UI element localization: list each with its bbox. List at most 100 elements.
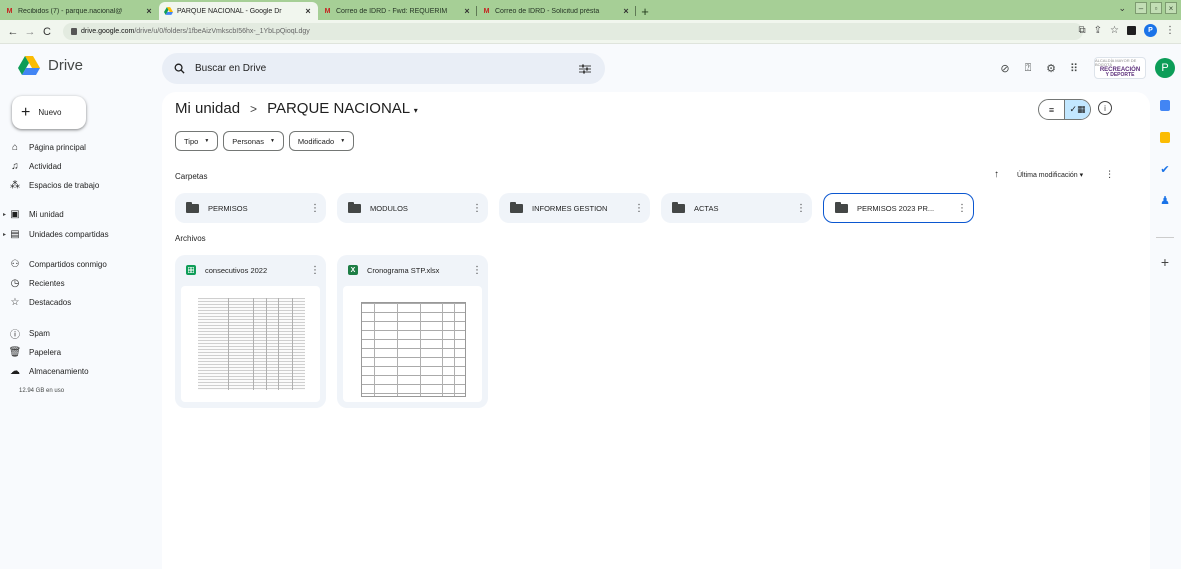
browser-toolbar: ← → C drive.google.com/drive/u/0/folders… bbox=[0, 20, 1181, 44]
sidebar-item-starred[interactable]: ☆ Destacados bbox=[0, 293, 160, 311]
file-item[interactable]: consecutivos 2022 ⋮ bbox=[175, 255, 326, 408]
file-item[interactable]: X Cronograma STP.xlsx ⋮ bbox=[337, 255, 488, 408]
back-icon[interactable]: ← bbox=[6, 24, 20, 40]
browser-tab[interactable]: M Correo de IDRD - Fwd: REQUERIM × bbox=[318, 2, 477, 20]
breadcrumb-current[interactable]: PARQUE NACIONAL ▾ bbox=[267, 100, 418, 117]
sidebar-item-my-drive[interactable]: ▸ ▣ Mi unidad bbox=[0, 205, 160, 223]
folder-item[interactable]: MODULOS ⋮ bbox=[337, 193, 488, 223]
list-view-button[interactable]: ≡ bbox=[1039, 100, 1064, 119]
sort-field[interactable]: Última modificación ▾ bbox=[1017, 171, 1083, 179]
sidebar-item-trash[interactable]: 🗑 Papelera bbox=[0, 343, 160, 361]
menu-kebab-icon[interactable]: ⋮ bbox=[1165, 25, 1175, 36]
more-actions-icon[interactable]: ⋮ bbox=[955, 203, 969, 214]
file-thumbnail bbox=[181, 286, 320, 402]
filter-chips: Tipo ▼ Personas ▼ Modificado ▼ bbox=[175, 131, 355, 151]
drive-logo[interactable]: Drive bbox=[18, 56, 83, 75]
install-app-icon[interactable]: ⧉ bbox=[1079, 25, 1086, 36]
get-add-ons-icon[interactable]: + bbox=[1158, 254, 1172, 270]
sort-more-icon[interactable]: ⋮ bbox=[1105, 169, 1114, 180]
more-actions-icon[interactable]: ⋮ bbox=[470, 265, 484, 276]
folder-icon bbox=[348, 201, 361, 213]
forward-icon[interactable]: → bbox=[23, 24, 37, 40]
new-tab-button[interactable]: + bbox=[636, 2, 654, 20]
tab-title: Correo de IDRD - Solicitud présta bbox=[495, 7, 600, 15]
breadcrumb-root[interactable]: Mi unidad bbox=[175, 100, 240, 117]
new-button[interactable]: + Nuevo bbox=[12, 96, 86, 129]
sidebar-item-activity[interactable]: ♫ Actividad bbox=[0, 157, 160, 175]
close-tab-icon[interactable]: × bbox=[144, 6, 154, 16]
file-thumbnail bbox=[343, 286, 482, 402]
folder-icon bbox=[835, 201, 848, 213]
star-icon: ☆ bbox=[10, 296, 20, 308]
search-bar[interactable]: Buscar en Drive bbox=[162, 53, 605, 84]
minimize-button[interactable]: – bbox=[1135, 2, 1147, 14]
tasks-icon[interactable]: ✔ bbox=[1158, 162, 1172, 176]
main-content: Mi unidad > PARQUE NACIONAL ▾ ≡ ✓▦ i Tip… bbox=[162, 92, 1150, 569]
reload-icon[interactable]: C bbox=[40, 24, 54, 40]
search-icon[interactable] bbox=[174, 63, 185, 74]
browser-tab[interactable]: M Recibidos (7) - parque.nacional@ × bbox=[0, 2, 159, 20]
address-bar[interactable]: drive.google.com/drive/u/0/folders/1fbeA… bbox=[63, 23, 1083, 40]
filter-type[interactable]: Tipo ▼ bbox=[175, 131, 219, 151]
info-icon[interactable]: i bbox=[1098, 101, 1112, 115]
close-window-button[interactable]: × bbox=[1165, 2, 1177, 14]
more-actions-icon[interactable]: ⋮ bbox=[308, 203, 322, 214]
profile-avatar[interactable]: P bbox=[1144, 24, 1157, 37]
file-header: consecutivos 2022 ⋮ bbox=[175, 255, 326, 285]
clock-icon: ◷ bbox=[10, 277, 20, 289]
sidebar-item-workspaces[interactable]: ⁂ Espacios de trabajo bbox=[0, 176, 160, 194]
drive-header: Drive Buscar en Drive ⊘ ⍰ ⚙ ⠿ ALCALDÍA M… bbox=[0, 45, 1181, 92]
sidebar-item-home[interactable]: ⌂ Página principal bbox=[0, 138, 160, 156]
filter-modified[interactable]: Modificado ▼ bbox=[288, 131, 355, 151]
close-tab-icon[interactable]: × bbox=[303, 6, 313, 16]
sort-direction-icon[interactable]: ↑ bbox=[994, 169, 999, 180]
bell-icon: ♫ bbox=[11, 160, 19, 172]
more-actions-icon[interactable]: ⋮ bbox=[470, 203, 484, 214]
help-icon[interactable]: ⍰ bbox=[1021, 61, 1035, 75]
sidebar-item-recent[interactable]: ◷ Recientes bbox=[0, 274, 160, 292]
close-tab-icon[interactable]: × bbox=[621, 6, 631, 16]
browser-tab[interactable]: M Correo de IDRD - Solicitud présta × bbox=[477, 2, 636, 20]
sidebar-item-storage[interactable]: ☁ Almacenamiento bbox=[0, 362, 160, 380]
sidebar-item-shared-drives[interactable]: ▸ ▤ Unidades compartidas bbox=[0, 225, 160, 243]
close-tab-icon[interactable]: × bbox=[462, 6, 472, 16]
contacts-icon[interactable]: ♟ bbox=[1158, 193, 1172, 207]
settings-gear-icon[interactable]: ⚙ bbox=[1044, 61, 1058, 75]
sidebar-item-spam[interactable]: ⓘ Spam bbox=[0, 324, 160, 342]
chevron-down-icon: ▼ bbox=[340, 138, 346, 144]
tab-title: Recibidos (7) - parque.nacional@ bbox=[18, 7, 123, 15]
tab-search-chevron-icon[interactable]: ⌄ bbox=[1118, 3, 1126, 14]
grid-view-button[interactable]: ✓▦ bbox=[1064, 100, 1090, 119]
more-actions-icon[interactable]: ⋮ bbox=[632, 203, 646, 214]
folder-item[interactable]: PERMISOS ⋮ bbox=[175, 193, 326, 223]
maximize-button[interactable]: ▫ bbox=[1150, 2, 1162, 14]
folder-icon bbox=[186, 201, 199, 213]
header-actions: ⊘ ⍰ ⚙ ⠿ ALCALDÍA MAYOR DE BOGOTÁ RECREAC… bbox=[998, 57, 1175, 79]
more-actions-icon[interactable]: ⋮ bbox=[794, 203, 808, 214]
filter-people[interactable]: Personas ▼ bbox=[223, 131, 284, 151]
folder-item[interactable]: ACTAS ⋮ bbox=[661, 193, 812, 223]
extensions-icon[interactable] bbox=[1127, 26, 1136, 35]
people-icon: ⚇ bbox=[10, 258, 20, 270]
browser-tab-active[interactable]: PARQUE NACIONAL - Google Dr × bbox=[159, 2, 318, 20]
search-input[interactable]: Buscar en Drive bbox=[195, 63, 569, 74]
sidebar-item-shared-with-me[interactable]: ⚇ Compartidos conmigo bbox=[0, 255, 160, 273]
offline-status-icon[interactable]: ⊘ bbox=[998, 61, 1012, 75]
expand-caret-icon[interactable]: ▸ bbox=[0, 211, 9, 218]
share-icon[interactable]: ⇪ bbox=[1094, 25, 1102, 36]
breadcrumb-separator: > bbox=[250, 101, 258, 116]
expand-caret-icon[interactable]: ▸ bbox=[0, 231, 9, 238]
bookmark-star-icon[interactable]: ☆ bbox=[1110, 25, 1119, 36]
account-avatar[interactable]: P bbox=[1155, 58, 1175, 78]
url-text: drive.google.com/drive/u/0/folders/1fbeA… bbox=[81, 28, 310, 35]
folder-item-selected[interactable]: PERMISOS 2023 PR... ⋮ bbox=[823, 193, 974, 223]
breadcrumb: Mi unidad > PARQUE NACIONAL ▾ bbox=[175, 100, 418, 117]
search-options-icon[interactable] bbox=[579, 64, 591, 74]
keep-icon[interactable] bbox=[1158, 130, 1172, 144]
folder-item[interactable]: INFORMES GESTION ⋮ bbox=[499, 193, 650, 223]
more-actions-icon[interactable]: ⋮ bbox=[308, 265, 322, 276]
calendar-icon[interactable] bbox=[1158, 98, 1172, 112]
folder-icon bbox=[672, 201, 685, 213]
apps-grid-icon[interactable]: ⠿ bbox=[1067, 61, 1081, 75]
tab-title: Correo de IDRD - Fwd: REQUERIM bbox=[336, 7, 448, 15]
